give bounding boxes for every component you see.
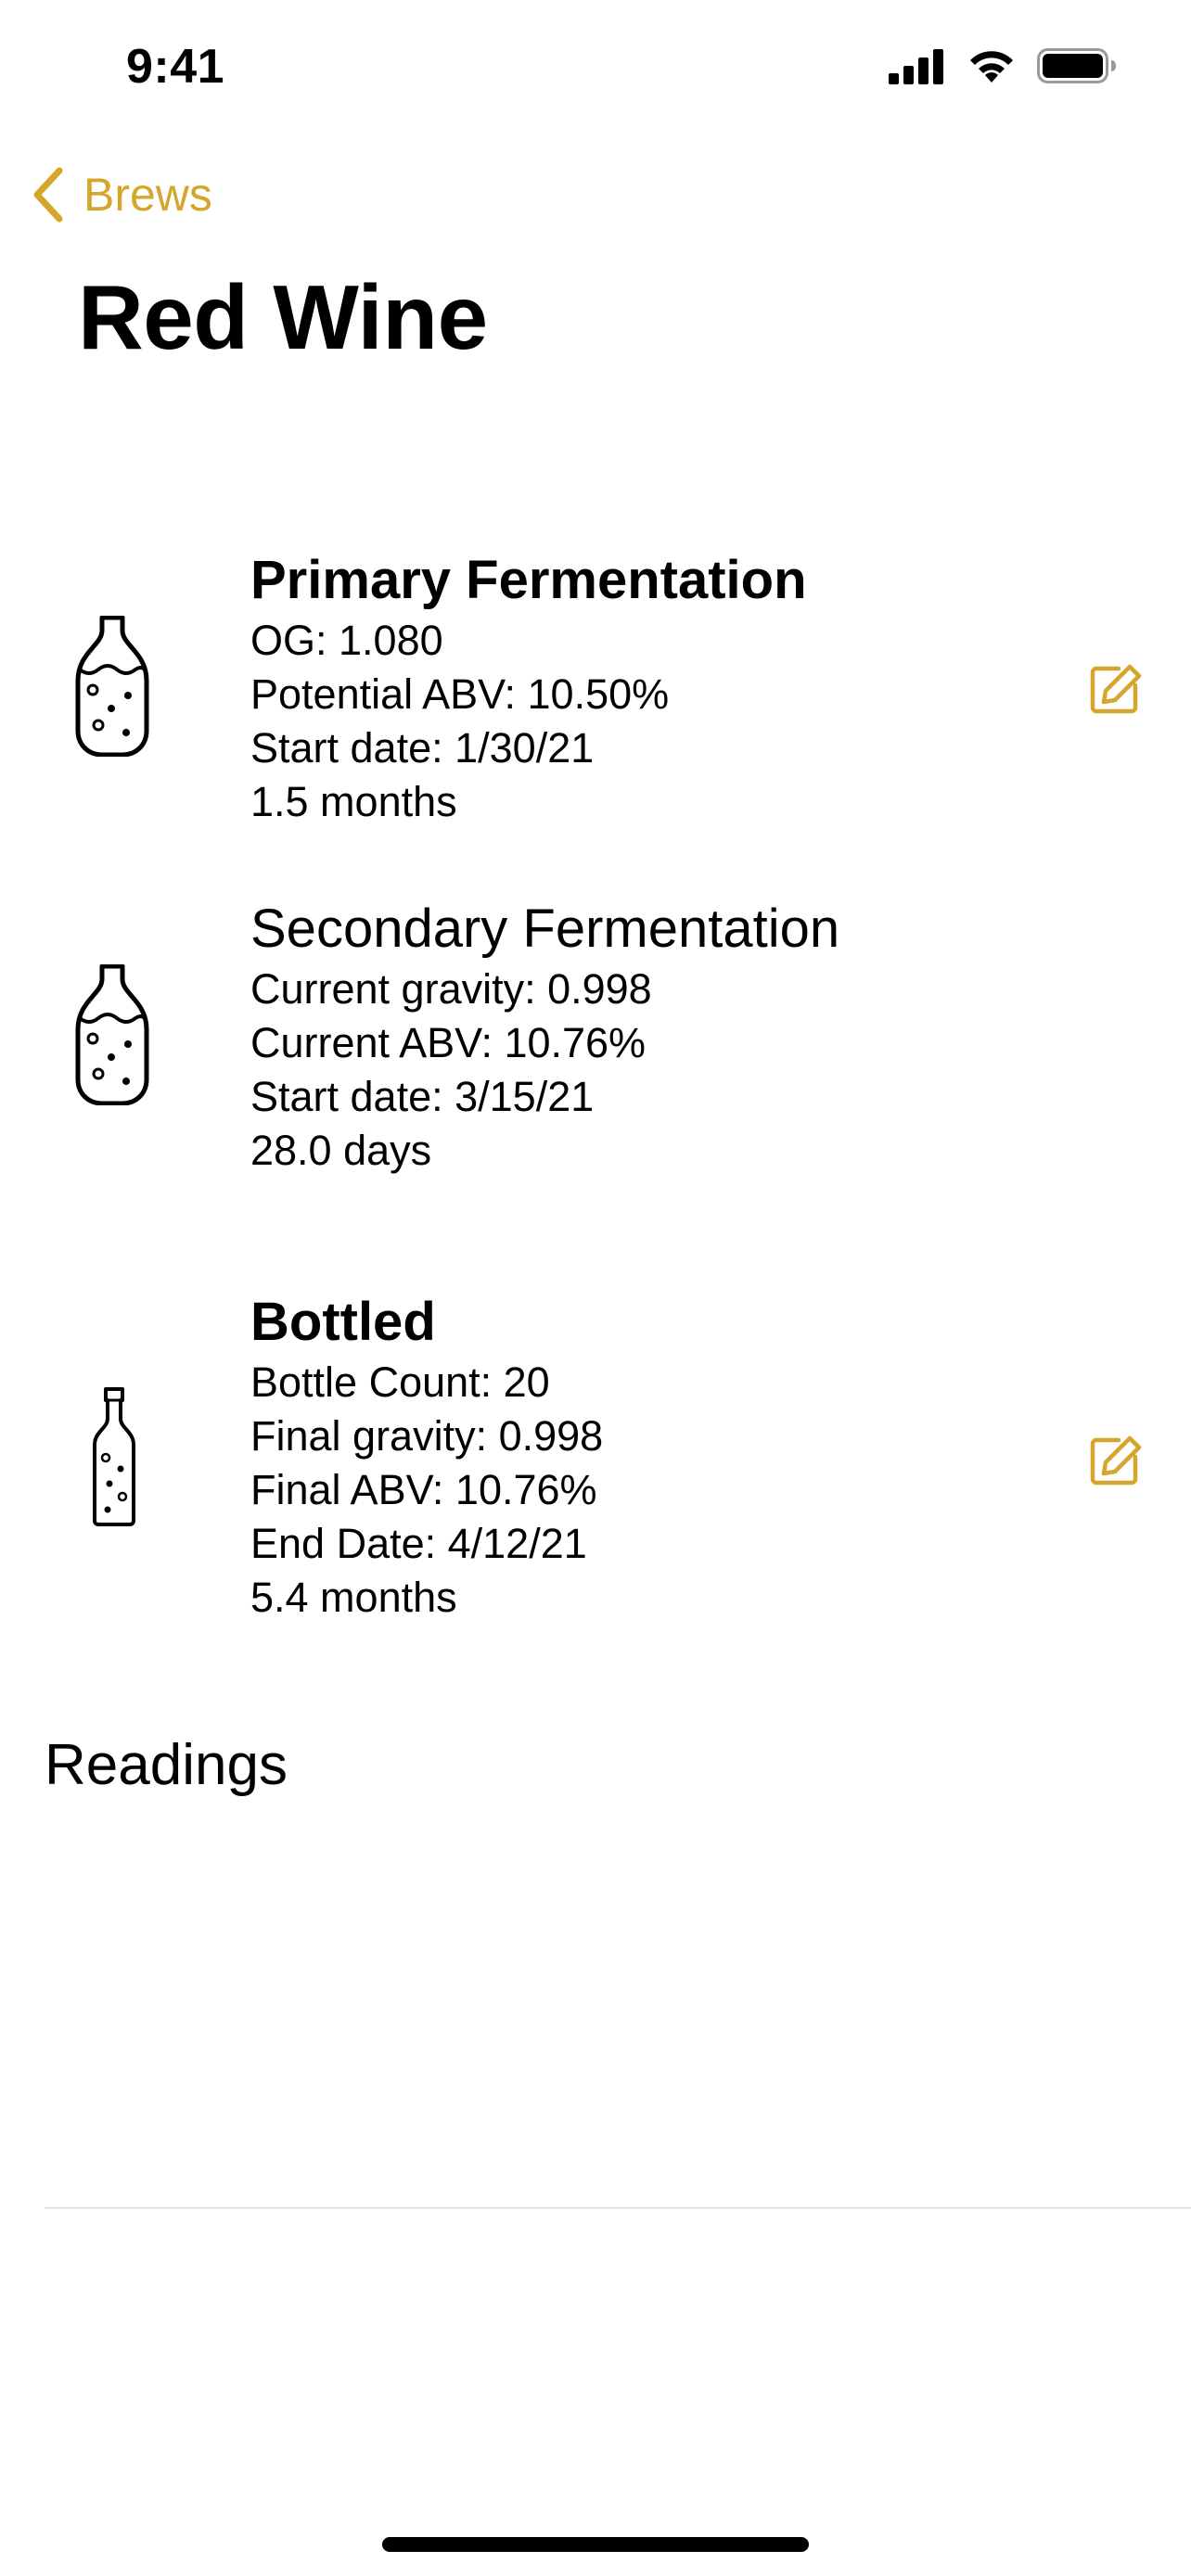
readings-title: Readings: [45, 1733, 288, 1797]
stage-primary-fermentation: Primary Fermentation OG: 1.080 Potential…: [0, 547, 1191, 825]
stage-secondary-fermentation: Secondary Fermentation Current gravity: …: [0, 896, 1191, 1174]
carboy-icon: [75, 616, 149, 757]
current-gravity-text: Current gravity: 0.998: [250, 965, 652, 1013]
end-date-text: End Date: 4/12/21: [250, 1520, 587, 1567]
edit-icon[interactable]: [1087, 661, 1143, 717]
home-indicator: [382, 2537, 809, 2552]
edit-icon[interactable]: [1087, 1433, 1143, 1488]
stage-bottled: Bottled Bottle Count: 20 Final gravity: …: [0, 1289, 1191, 1623]
status-time: 9:41: [126, 40, 225, 94]
final-abv-text: Final ABV: 10.76%: [250, 1466, 597, 1513]
duration-text: 1.5 months: [250, 778, 457, 825]
stage-details: Secondary Fermentation Current gravity: …: [250, 896, 839, 1178]
duration-text: 28.0 days: [250, 1127, 432, 1174]
page-title: Red Wine: [78, 266, 488, 368]
cellular-signal-icon: [889, 49, 943, 84]
chevron-left-icon: [33, 167, 63, 223]
back-button[interactable]: Brews: [32, 158, 212, 232]
wifi-icon: [970, 51, 1013, 83]
stage-title: Secondary Fermentation: [250, 899, 840, 959]
carboy-icon: [75, 964, 149, 1105]
stage-title: Bottled: [250, 1292, 436, 1352]
original-gravity-text: OG: 1.080: [250, 617, 443, 664]
battery-icon: [1037, 48, 1116, 83]
start-date-text: Start date: 3/15/21: [250, 1073, 595, 1120]
wine-bottle-icon: [93, 1387, 135, 1526]
final-gravity-text: Final gravity: 0.998: [250, 1412, 604, 1460]
stage-title: Primary Fermentation: [250, 550, 807, 610]
back-label: Brews: [83, 169, 212, 221]
bottle-count-text: Bottle Count: 20: [250, 1358, 550, 1406]
status-icons: [889, 45, 1117, 87]
potential-abv-text: Potential ABV: 10.50%: [250, 670, 670, 718]
stage-details: Primary Fermentation OG: 1.080 Potential…: [250, 547, 807, 829]
duration-text: 5.4 months: [250, 1574, 457, 1621]
start-date-text: Start date: 1/30/21: [250, 724, 595, 772]
current-abv-text: Current ABV: 10.76%: [250, 1019, 647, 1066]
divider: [45, 2207, 1191, 2209]
stage-details: Bottled Bottle Count: 20 Final gravity: …: [250, 1289, 603, 1625]
